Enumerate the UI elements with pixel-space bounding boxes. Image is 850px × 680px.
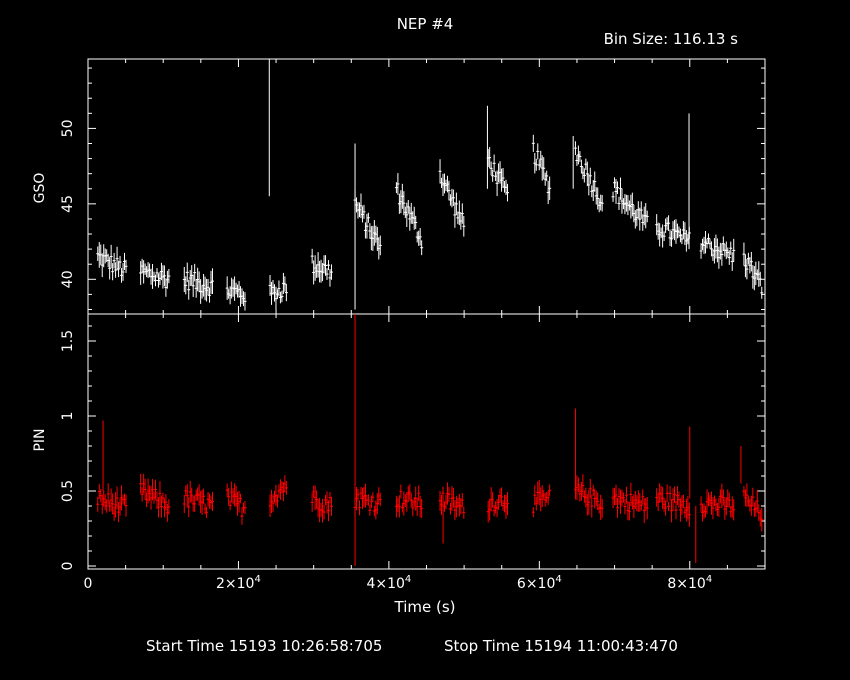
pin-y-tick-label: 1.5	[60, 330, 76, 352]
pin-y-tick-label: 1	[60, 412, 76, 421]
x-tick-label: 6×104	[517, 574, 562, 592]
light-curve-figure: NEP #4 Bin Size: 116.13 s GSO 40 45 50 PIN…	[0, 0, 850, 680]
pin-y-tick-label: 0.5	[60, 480, 76, 502]
time-axis-label: Time (s)	[394, 598, 456, 616]
chart-title: NEP #4	[397, 15, 454, 33]
figure-background	[0, 0, 850, 680]
start-time-label: Start Time 15193 10:26:58:705	[146, 637, 382, 655]
x-tick-label: 2×104	[216, 574, 261, 592]
bin-size-label: Bin Size: 116.13 s	[604, 30, 739, 48]
pin-y-tick-label: 0	[60, 562, 76, 571]
gso-y-tick-label: 50	[60, 119, 76, 137]
gso-y-tick-label: 45	[60, 195, 76, 213]
pin-axis-label: PIN	[32, 428, 48, 451]
x-tick-label: 4×104	[366, 574, 411, 592]
gso-axis-label: GSO	[32, 173, 48, 204]
x-tick-label: 0	[84, 576, 93, 592]
gso-y-tick-label: 40	[60, 270, 76, 288]
stop-time-label: Stop Time 15194 11:00:43:470	[444, 637, 678, 655]
x-tick-label: 8×104	[667, 574, 712, 592]
